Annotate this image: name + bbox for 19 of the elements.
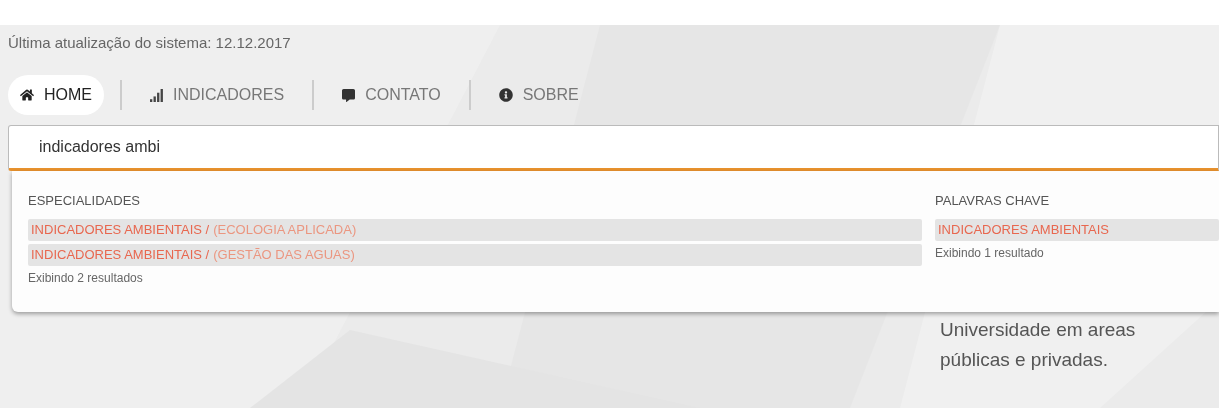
result-count: Exibindo 2 resultados (28, 270, 144, 287)
signal-bars-icon (150, 88, 163, 102)
section-heading: PALAVRAS CHAVE (935, 192, 1051, 210)
nav-tab[interactable]: CONTATO (330, 75, 453, 115)
update-notice: Última atualização do sistema: 12.12.2017 (8, 34, 291, 51)
speech-bubble-icon (342, 88, 356, 102)
suggestion-item[interactable]: INDICADORES AMBIENTAIS / (GESTÃO DAS AGUAS) (28, 244, 922, 266)
search-field[interactable]: indicadores ambi (8, 125, 1219, 171)
intro-text: Universidade em areas (940, 318, 1137, 342)
home-icon (20, 88, 34, 102)
result-count: Exibindo 1 resultado (935, 245, 1045, 262)
section-heading: ESPECIALIDADES (28, 192, 141, 210)
nav-tab[interactable]: HOME (8, 75, 104, 115)
nav-tab[interactable]: INDICADORES (138, 75, 297, 115)
suggestion-item[interactable]: INDICADORES AMBIENTAIS (935, 219, 1219, 241)
info-icon (498, 88, 513, 102)
nav-tab[interactable]: SOBRE (486, 75, 591, 115)
intro-text: públicas e privadas. (940, 348, 1109, 372)
suggestion-item[interactable]: INDICADORES AMBIENTAIS / (ECOLOGIA APLICADA) (28, 219, 922, 241)
